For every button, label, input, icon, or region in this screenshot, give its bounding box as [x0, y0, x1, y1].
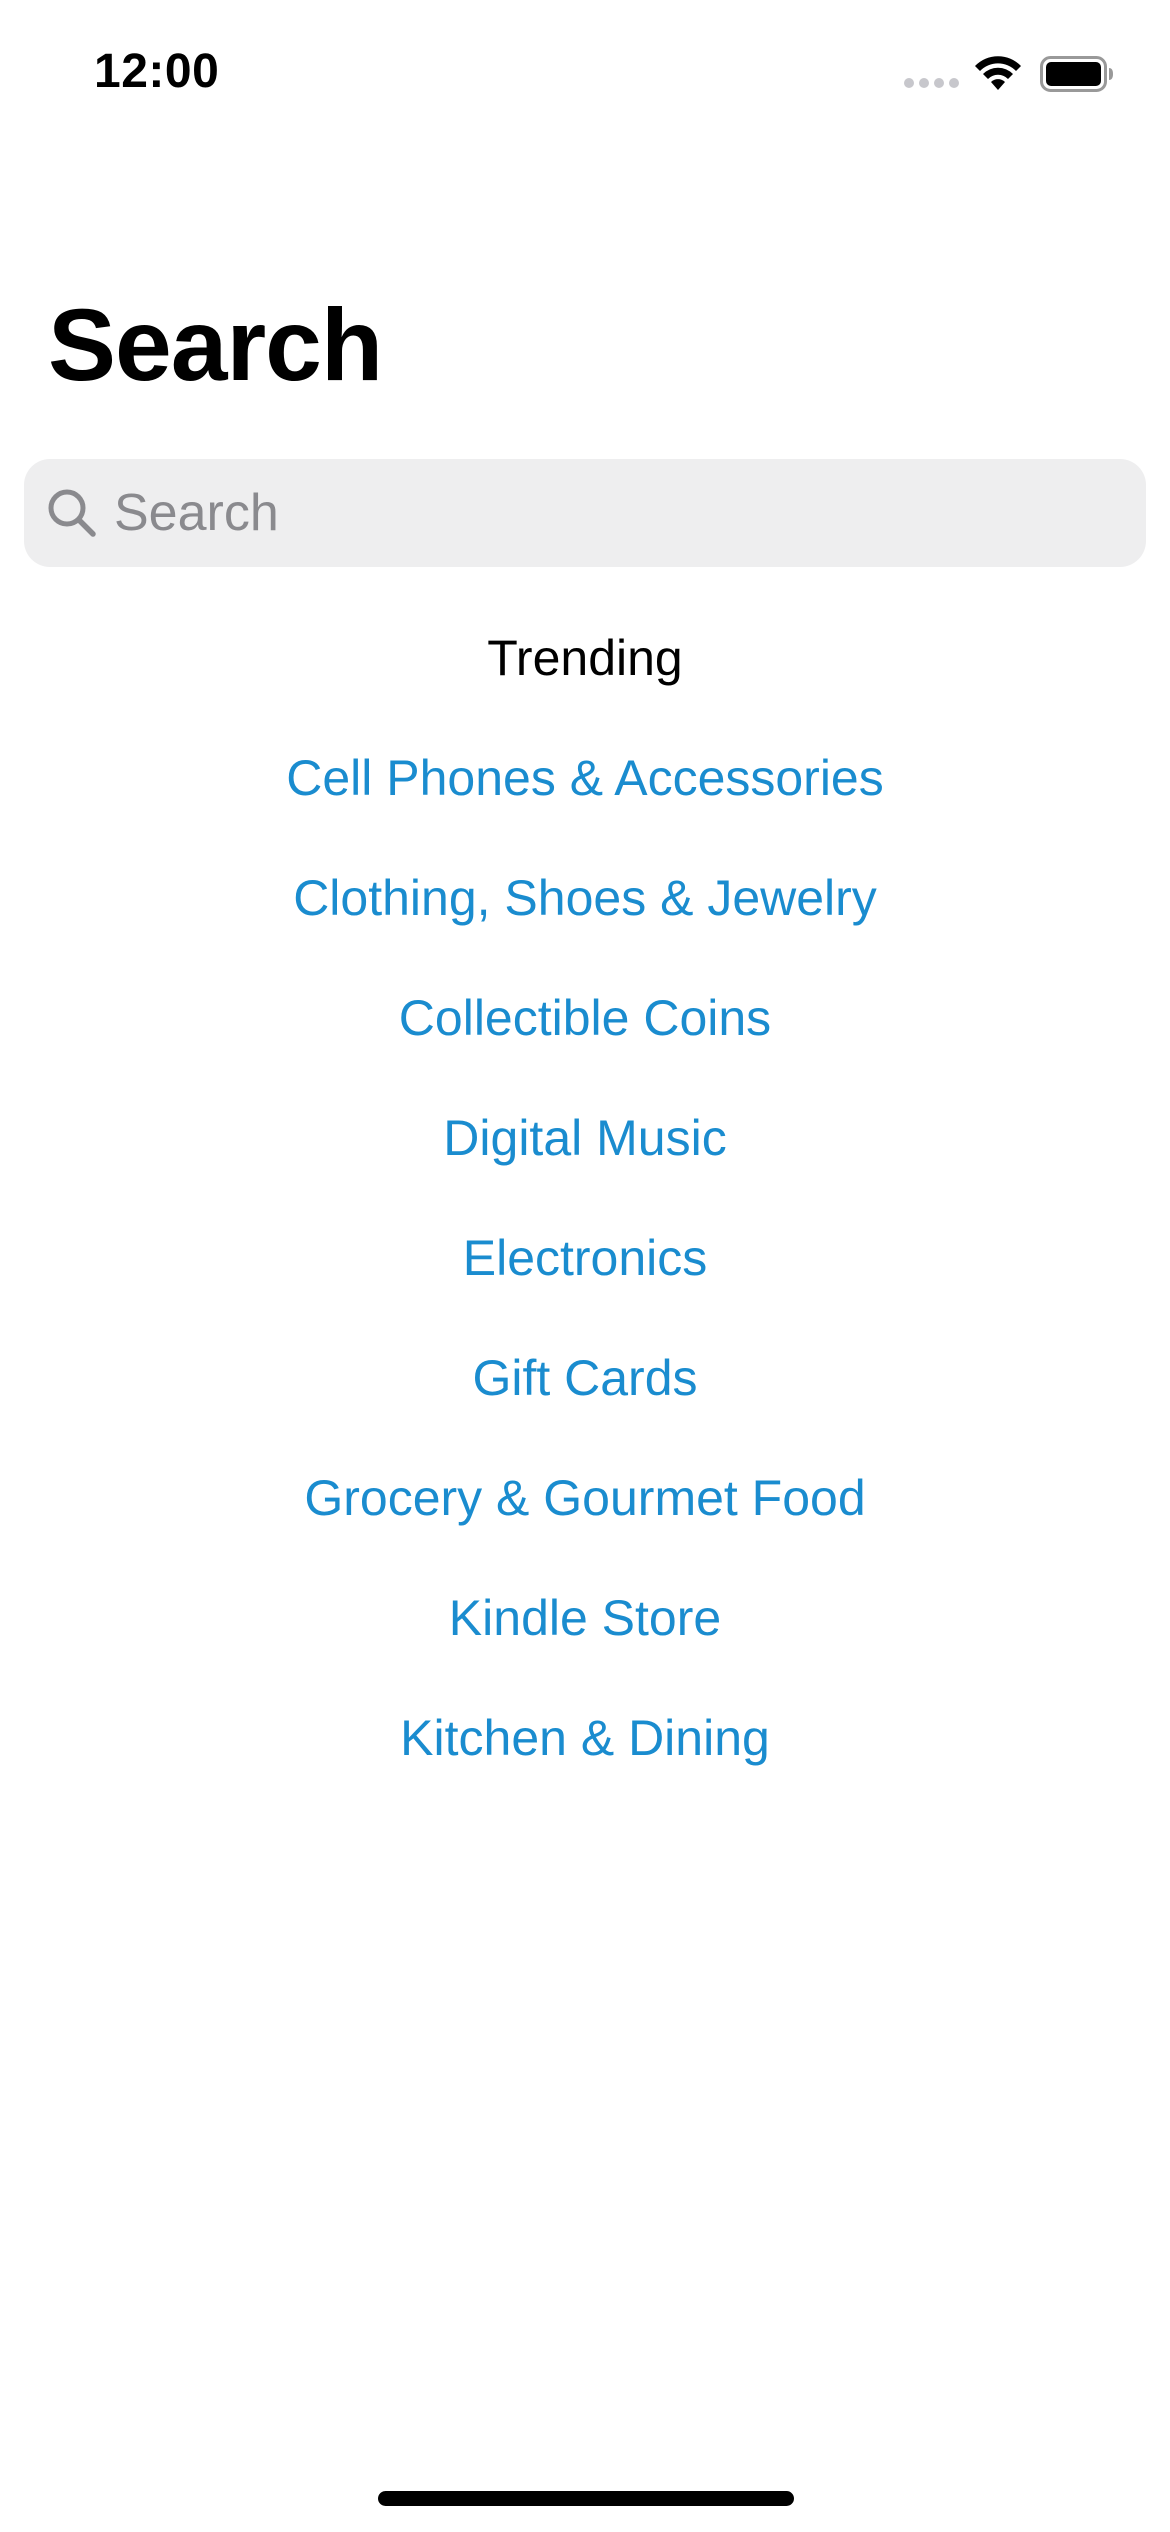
list-item: Grocery & Gourmet Food — [0, 1468, 1170, 1588]
list-item: Electronics — [0, 1228, 1170, 1348]
list-item: Digital Music — [0, 1108, 1170, 1228]
list-item: Collectible Coins — [0, 988, 1170, 1108]
category-link-grocery-gourmet-food[interactable]: Grocery & Gourmet Food — [304, 1470, 865, 1526]
status-bar: 12:00 — [0, 0, 1170, 150]
status-time: 12:00 — [94, 45, 220, 98]
category-link-clothing-shoes-jewelry[interactable]: Clothing, Shoes & Jewelry — [293, 870, 877, 926]
category-link-electronics[interactable]: Electronics — [463, 1230, 708, 1286]
home-indicator[interactable] — [378, 2491, 794, 2506]
list-item: Gift Cards — [0, 1348, 1170, 1468]
trending-heading: Trending — [487, 630, 683, 686]
page-title: Search — [48, 288, 383, 402]
category-link-cell-phones-accessories[interactable]: Cell Phones & Accessories — [286, 750, 884, 806]
category-link-collectible-coins[interactable]: Collectible Coins — [399, 990, 771, 1046]
category-link-gift-cards[interactable]: Gift Cards — [472, 1350, 697, 1406]
list-item: Clothing, Shoes & Jewelry — [0, 868, 1170, 988]
battery-icon — [1040, 56, 1113, 92]
list-item: Kindle Store — [0, 1588, 1170, 1708]
category-link-kindle-store[interactable]: Kindle Store — [449, 1590, 721, 1646]
category-link-kitchen-dining[interactable]: Kitchen & Dining — [400, 1710, 770, 1766]
wifi-icon — [975, 56, 1021, 90]
trending-category-list: Cell Phones & Accessories Clothing, Shoe… — [0, 748, 1170, 1828]
list-item: Kitchen & Dining — [0, 1708, 1170, 1828]
list-item: Cell Phones & Accessories — [0, 748, 1170, 868]
search-icon — [48, 489, 96, 537]
search-bar[interactable] — [24, 459, 1146, 567]
category-link-digital-music[interactable]: Digital Music — [443, 1110, 726, 1166]
cellular-signal-icon — [904, 78, 960, 90]
search-input[interactable] — [114, 459, 1114, 567]
